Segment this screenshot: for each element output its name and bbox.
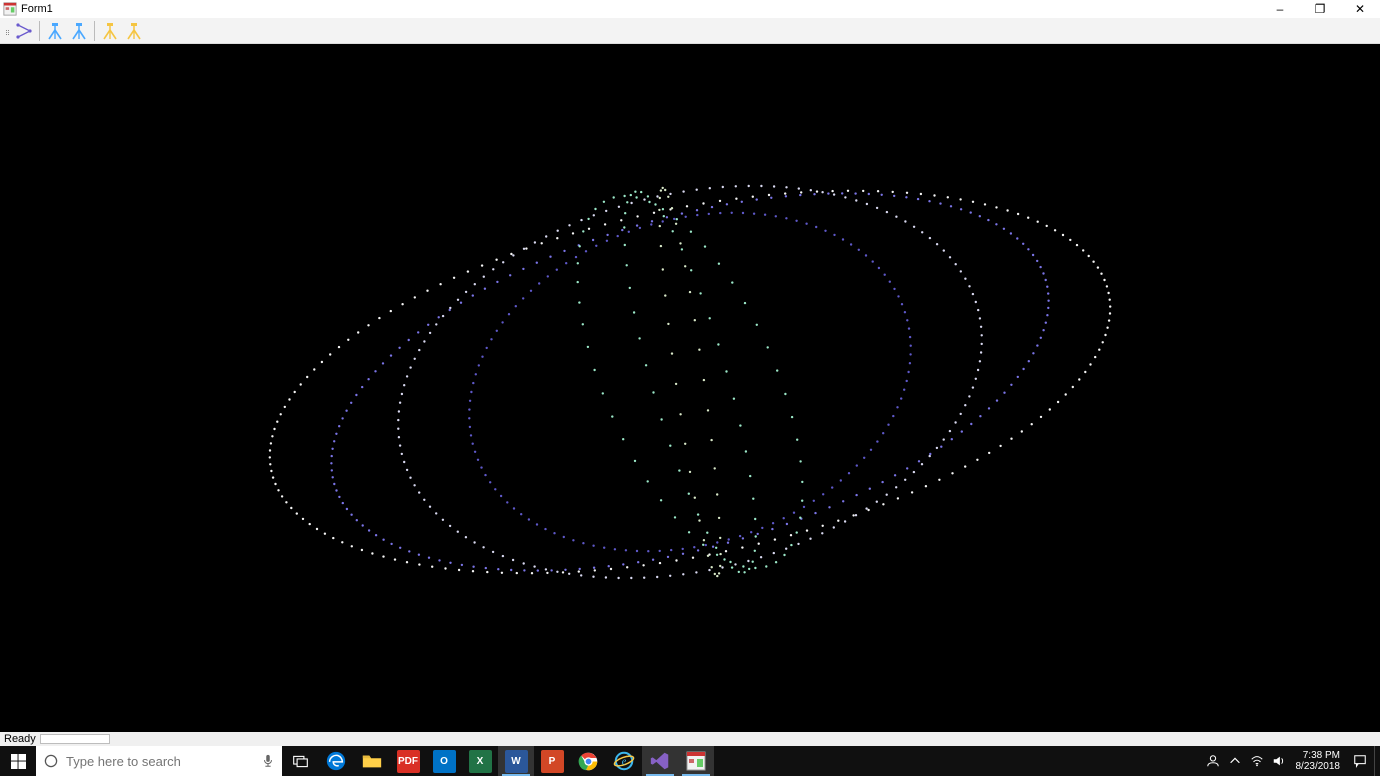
toolstrip-separator [39,21,40,41]
edge-icon [325,750,347,772]
tripod-yellow-2-icon [124,21,144,41]
taskbar-app-outlook[interactable]: O [426,746,462,776]
start-button[interactable] [0,746,36,776]
system-tray: 7:38 PM 8/23/2018 [1202,746,1380,776]
task-view-button[interactable] [282,746,318,776]
window-controls: – ❐ ✕ [1260,0,1380,18]
action-center-icon[interactable] [1346,746,1374,776]
clock-time: 7:38 PM [1296,750,1341,761]
people-icon[interactable] [1202,746,1224,776]
task-view-icon [292,753,309,770]
maximize-button[interactable]: ❐ [1300,0,1340,18]
tripod-blue-1-button[interactable] [43,19,67,43]
orbit-plot [0,44,1380,732]
status-text: Ready [4,733,36,745]
toolstrip [0,18,1380,44]
taskbar-app-edge[interactable] [318,746,354,776]
window-title: Form1 [21,3,1260,15]
taskbar-app-ie[interactable]: e [606,746,642,776]
toolstrip-separator [94,21,95,41]
tripod-blue-2-icon [69,21,89,41]
taskbar-clock[interactable]: 7:38 PM 8/23/2018 [1290,750,1347,772]
app-icon [3,2,17,16]
chrome-icon [578,751,599,772]
status-progress [40,734,110,744]
tripod-yellow-1-button[interactable] [98,19,122,43]
render-canvas[interactable] [0,44,1380,732]
minimize-button[interactable]: – [1260,0,1300,18]
toolstrip-grip[interactable] [4,21,10,41]
tripod-blue-2-button[interactable] [67,19,91,43]
form-app-icon [686,751,706,771]
taskbar-app-excel[interactable]: X [462,746,498,776]
taskbar-app-file-explorer[interactable] [354,746,390,776]
taskbar-app-word[interactable]: W [498,746,534,776]
taskbar-apps: PDFOXWPe [318,746,714,776]
cortana-icon[interactable] [36,753,66,769]
search-input[interactable] [66,746,254,776]
clock-date: 8/23/2018 [1296,761,1341,772]
taskbar-search[interactable] [36,746,282,776]
tripod-blue-1-icon [45,21,65,41]
close-button[interactable]: ✕ [1340,0,1380,18]
taskbar-app-chrome[interactable] [570,746,606,776]
tripod-yellow-1-icon [100,21,120,41]
taskbar-app-visual-studio[interactable] [642,746,678,776]
windows-logo-icon [11,754,26,769]
tray-chevron-up-icon[interactable] [1224,746,1246,776]
ie-icon: e [613,750,635,772]
titlebar: Form1 – ❐ ✕ [0,0,1380,18]
microphone-icon[interactable] [254,754,282,768]
taskbar-app-pdf[interactable]: PDF [390,746,426,776]
volume-icon[interactable] [1268,746,1290,776]
visual-studio-icon [649,750,671,772]
connect-pair-points-icon [14,21,34,41]
svg-text:e: e [622,757,627,768]
taskbar: PDFOXWPe 7:38 PM 8/23/2018 [0,746,1380,776]
tripod-yellow-2-button[interactable] [122,19,146,43]
connect-pair-points-button[interactable] [12,19,36,43]
taskbar-app-powerpoint[interactable]: P [534,746,570,776]
wifi-icon[interactable] [1246,746,1268,776]
folder-icon [361,750,383,772]
taskbar-app-app-form1[interactable] [678,746,714,776]
statusbar: Ready [0,732,1380,746]
show-desktop-button[interactable] [1374,746,1380,776]
